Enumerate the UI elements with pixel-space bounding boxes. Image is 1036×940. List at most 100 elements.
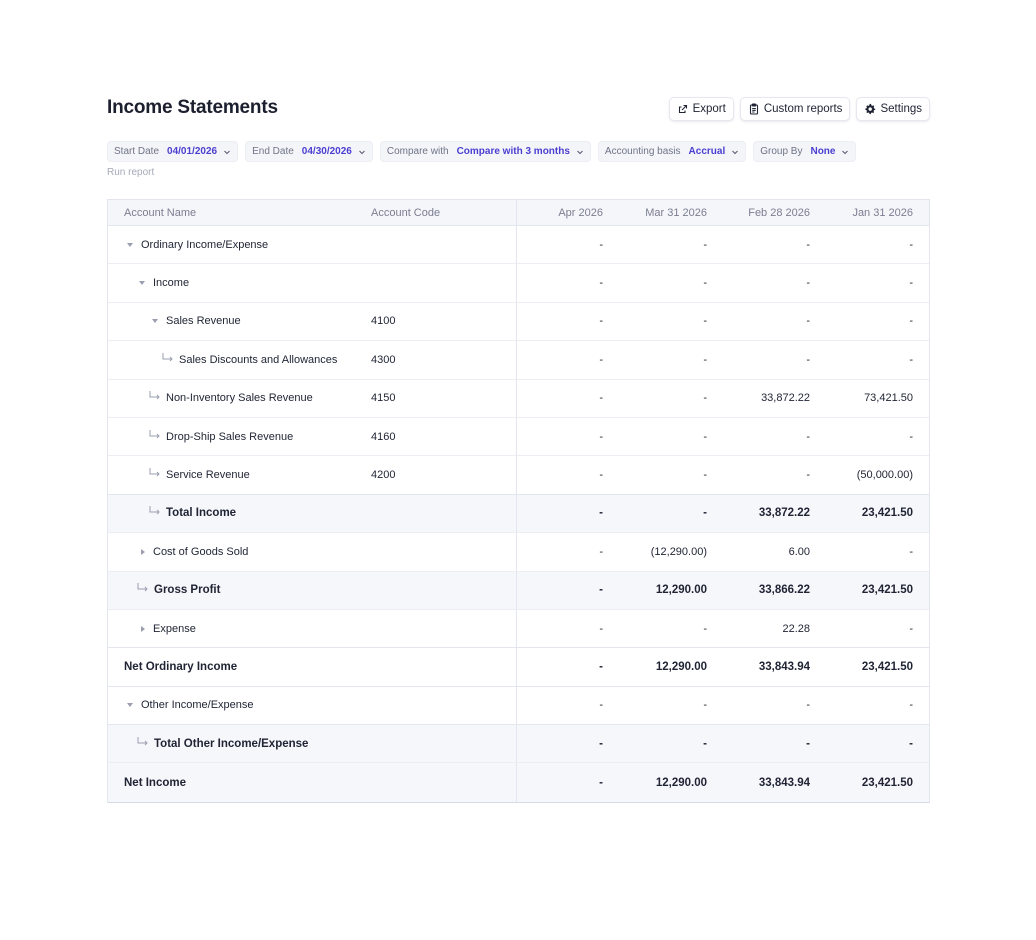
- account-name: Expense: [153, 622, 196, 635]
- value-jan: -: [909, 545, 913, 558]
- table-row[interactable]: Sales Discounts and Allowances 4300 - - …: [108, 341, 929, 380]
- run-report-link[interactable]: Run report: [107, 167, 154, 178]
- account-name: Total Other Income/Expense: [154, 737, 309, 750]
- collapse-arrow-icon[interactable]: [127, 703, 133, 708]
- account-name: Income: [153, 277, 190, 290]
- account-name: Service Revenue: [166, 469, 250, 482]
- table-row[interactable]: Ordinary Income/Expense - - - -: [108, 226, 929, 265]
- value-feb: -: [806, 353, 810, 366]
- settings-label: Settings: [880, 103, 922, 115]
- value-feb: -: [806, 469, 810, 482]
- table-row[interactable]: Cost of Goods Sold - (12,290.00) 6.00 -: [108, 533, 929, 572]
- value-jan: 23,421.50: [861, 776, 913, 789]
- column-divider: [516, 571, 517, 609]
- table-row[interactable]: Expense - - 22.28 -: [108, 609, 929, 649]
- accounting-basis-filter[interactable]: Accounting basis Accrual: [597, 141, 747, 162]
- child-arrow-icon: [149, 506, 160, 515]
- filter-label: End Date: [252, 146, 294, 157]
- value-mar: -: [703, 699, 707, 712]
- column-divider: [516, 763, 517, 802]
- table-row[interactable]: Income - - - -: [108, 264, 929, 303]
- child-arrow-icon: [149, 429, 160, 438]
- account-name-cell: Cost of Goods Sold: [124, 533, 248, 570]
- value-jan: -: [909, 238, 913, 251]
- table-row[interactable]: Total Other Income/Expense - - - -: [108, 725, 929, 764]
- value-feb: -: [806, 238, 810, 251]
- page-title: Income Statements: [107, 97, 278, 118]
- settings-button[interactable]: Settings: [856, 97, 930, 121]
- header-mar-2026[interactable]: Mar 31 2026: [645, 200, 707, 225]
- income-statement-table: Account Name Account Code Apr 2026 Mar 3…: [107, 199, 930, 803]
- account-name-cell: Total Income: [124, 495, 236, 532]
- header-account-code[interactable]: Account Code: [371, 200, 440, 225]
- export-button[interactable]: Export: [668, 97, 734, 121]
- value-feb: -: [806, 277, 810, 290]
- column-divider: [516, 226, 517, 264]
- value-feb: -: [806, 737, 810, 750]
- header-apr-2026[interactable]: Apr 2026: [558, 200, 603, 225]
- column-divider: [516, 456, 517, 494]
- account-name-cell: Expense: [124, 610, 196, 647]
- account-name-cell: Sales Discounts and Allowances: [124, 341, 337, 378]
- compare-with-filter[interactable]: Compare with Compare with 3 months: [379, 141, 591, 162]
- table-row[interactable]: Service Revenue 4200 - - - (50,000.00): [108, 456, 929, 495]
- value-jan: -: [909, 430, 913, 443]
- value-feb: 22.28: [782, 622, 810, 635]
- value-mar: -: [703, 469, 707, 482]
- filter-label: Accounting basis: [604, 146, 681, 157]
- value-apr: -: [599, 776, 603, 789]
- account-name-cell: Net Ordinary Income: [124, 648, 237, 685]
- table-row[interactable]: Gross Profit - 12,290.00 33,866.22 23,42…: [108, 571, 929, 610]
- table-row[interactable]: Net Income - 12,290.00 33,843.94 23,421.…: [108, 763, 929, 802]
- custom-reports-button[interactable]: Custom reports: [739, 97, 851, 121]
- account-code: 4100: [371, 315, 396, 328]
- table-row[interactable]: Drop-Ship Sales Revenue 4160 - - - -: [108, 417, 929, 457]
- value-mar: -: [703, 430, 707, 443]
- header-jan-2026[interactable]: Jan 31 2026: [852, 200, 913, 225]
- collapse-arrow-icon[interactable]: [139, 281, 145, 286]
- table-row[interactable]: Other Income/Expense - - - -: [108, 686, 929, 726]
- account-code: 4160: [371, 430, 396, 443]
- export-label: Export: [692, 103, 726, 115]
- export-icon: [678, 104, 687, 114]
- column-divider: [516, 341, 517, 379]
- expand-arrow-icon[interactable]: [141, 625, 145, 632]
- column-divider: [516, 725, 517, 763]
- value-apr: -: [599, 507, 603, 520]
- account-name-cell: Non-Inventory Sales Revenue: [124, 380, 313, 417]
- column-divider: [516, 609, 517, 648]
- value-apr: -: [599, 392, 603, 405]
- column-divider: [516, 417, 517, 456]
- value-mar: -: [703, 392, 707, 405]
- table-row[interactable]: Total Income - - 33,872.22 23,421.50: [108, 494, 929, 534]
- value-jan: -: [909, 315, 913, 328]
- collapse-arrow-icon[interactable]: [152, 319, 158, 324]
- start-date-filter[interactable]: Start Date 04/01/2026: [107, 141, 239, 162]
- value-jan: 73,421.50: [864, 392, 913, 405]
- table-row[interactable]: Sales Revenue 4100 - - - -: [108, 302, 929, 342]
- value-jan: -: [909, 353, 913, 366]
- expand-arrow-icon[interactable]: [141, 548, 145, 555]
- value-mar: 12,290.00: [655, 660, 707, 673]
- column-divider: [516, 379, 517, 417]
- value-jan: (50,000.00): [856, 469, 913, 482]
- header-account-name[interactable]: Account Name: [124, 200, 196, 225]
- value-apr: -: [599, 238, 603, 251]
- value-feb: 33,866.22: [758, 584, 810, 597]
- value-mar: -: [703, 277, 707, 290]
- account-name: Gross Profit: [154, 584, 221, 597]
- account-name-cell: Drop-Ship Sales Revenue: [124, 418, 293, 455]
- filter-value: Accrual: [688, 146, 726, 157]
- column-divider: [516, 200, 517, 225]
- table-row[interactable]: Net Ordinary Income - 12,290.00 33,843.9…: [108, 648, 929, 687]
- table-row[interactable]: Non-Inventory Sales Revenue 4150 - - 33,…: [108, 379, 929, 418]
- header-feb-2026[interactable]: Feb 28 2026: [748, 200, 810, 225]
- group-by-filter[interactable]: Group By None: [753, 141, 857, 162]
- collapse-arrow-icon[interactable]: [127, 242, 133, 247]
- account-name-cell: Total Other Income/Expense: [124, 725, 308, 762]
- end-date-filter[interactable]: End Date 04/30/2026: [245, 141, 373, 162]
- value-jan: -: [909, 699, 913, 712]
- value-jan: 23,421.50: [861, 660, 913, 673]
- column-divider: [516, 494, 517, 533]
- column-divider: [516, 302, 517, 341]
